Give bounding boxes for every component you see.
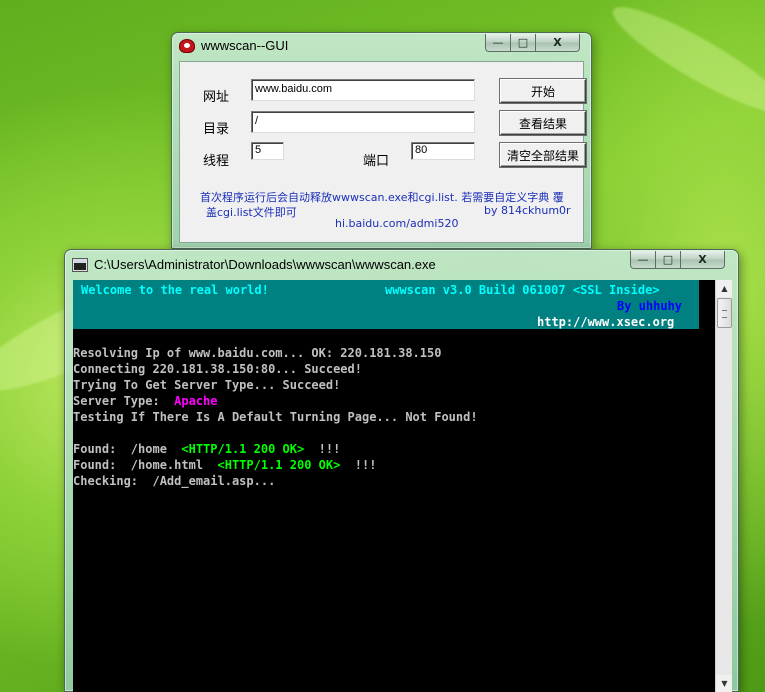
- console-icon: [73, 259, 87, 271]
- note-line-1: 首次程序运行后会自动释放wwwscan.exe和cgi.list. 若需要自定义…: [200, 191, 564, 204]
- found2-prefix: Found: /home.html: [73, 458, 218, 472]
- threads-input[interactable]: 5: [251, 142, 284, 160]
- gui-client-area: 网址 www.baidu.com 目录 / 线程 5 端口 80 开始 查看结果…: [179, 61, 586, 243]
- banner-url: http://www.xsec.org: [537, 315, 675, 329]
- scroll-up-arrow-icon[interactable]: ▲: [716, 280, 732, 297]
- window-title: wwwscan--GUI: [201, 38, 289, 53]
- line-trying: Trying To Get Server Type... Succeed!: [73, 378, 341, 392]
- found2-suffix: !!!: [340, 458, 377, 472]
- line-resolving: Resolving Ip of www.baidu.com... OK: 220…: [73, 346, 442, 360]
- server-type-label: Server Type:: [73, 394, 175, 408]
- found1-status: <HTTP/1.1 200 OK>: [181, 442, 305, 456]
- banner-version: wwwscan v3.0 Build 061007 <SSL Inside>: [385, 283, 660, 297]
- close-button[interactable]: X: [536, 34, 580, 52]
- line-server-type: Server Type: Apache: [73, 393, 218, 409]
- line-connecting: Connecting 220.181.38.150:80... Succeed!: [73, 362, 362, 376]
- found1-suffix: !!!: [304, 442, 341, 456]
- note-author: by 814ckhum0r: [484, 204, 571, 217]
- line-checking: Checking: /Add_email.asp...: [73, 474, 276, 488]
- note-site: hi.baidu.com/admi520: [335, 217, 459, 230]
- scroll-down-arrow-icon[interactable]: ▼: [716, 675, 732, 692]
- console-banner: Welcome to the real world! wwwscan v3.0 …: [73, 280, 699, 329]
- minimize-button[interactable]: —: [485, 34, 511, 52]
- line-testing: Testing If There Is A Default Turning Pa…: [73, 410, 478, 424]
- start-button[interactable]: 开始: [500, 79, 586, 103]
- console-minimize-button[interactable]: —: [630, 251, 656, 269]
- banner-by: By uhhuhy: [617, 299, 683, 313]
- console-title: C:\Users\Administrator\Downloads\wwwscan…: [94, 257, 436, 272]
- view-results-button[interactable]: 查看结果: [500, 111, 586, 135]
- console-maximize-button[interactable]: □: [656, 251, 681, 269]
- dir-label: 目录: [203, 122, 230, 137]
- vertical-scrollbar[interactable]: ▲ ▼: [715, 280, 732, 692]
- url-input[interactable]: www.baidu.com: [251, 79, 475, 101]
- console-output[interactable]: Welcome to the real world! wwwscan v3.0 …: [73, 280, 732, 692]
- scrollbar-thumb[interactable]: [717, 298, 732, 328]
- dir-input[interactable]: /: [251, 111, 475, 133]
- clear-results-button[interactable]: 清空全部结果: [500, 143, 586, 167]
- line-found-1: Found: /home <HTTP/1.1 200 OK> !!!: [73, 441, 340, 457]
- threads-label: 线程: [203, 154, 230, 169]
- server-type-value: Apache: [174, 394, 218, 408]
- console-caption-buttons: — □ X: [630, 251, 725, 269]
- line-found-2: Found: /home.html <HTTP/1.1 200 OK> !!!: [73, 457, 376, 473]
- wallpaper-streak: [603, 0, 765, 128]
- note-line-2: 盖cgi.list文件即可: [206, 206, 297, 219]
- console-close-button[interactable]: X: [681, 251, 725, 269]
- url-label: 网址: [203, 90, 230, 105]
- wwwscan-gui-window: wwwscan--GUI — □ X 网址 www.baidu.com 目录 /…: [171, 32, 592, 249]
- console-window: C:\Users\Administrator\Downloads\wwwscan…: [64, 249, 739, 692]
- maximize-button[interactable]: □: [511, 34, 536, 52]
- app-icon: [179, 39, 195, 53]
- found1-prefix: Found: /home: [73, 442, 182, 456]
- banner-welcome: Welcome to the real world!: [81, 283, 269, 297]
- port-label: 端口: [363, 154, 390, 169]
- port-input[interactable]: 80: [411, 142, 475, 160]
- found2-status: <HTTP/1.1 200 OK>: [217, 458, 341, 472]
- caption-buttons: — □ X: [485, 34, 580, 52]
